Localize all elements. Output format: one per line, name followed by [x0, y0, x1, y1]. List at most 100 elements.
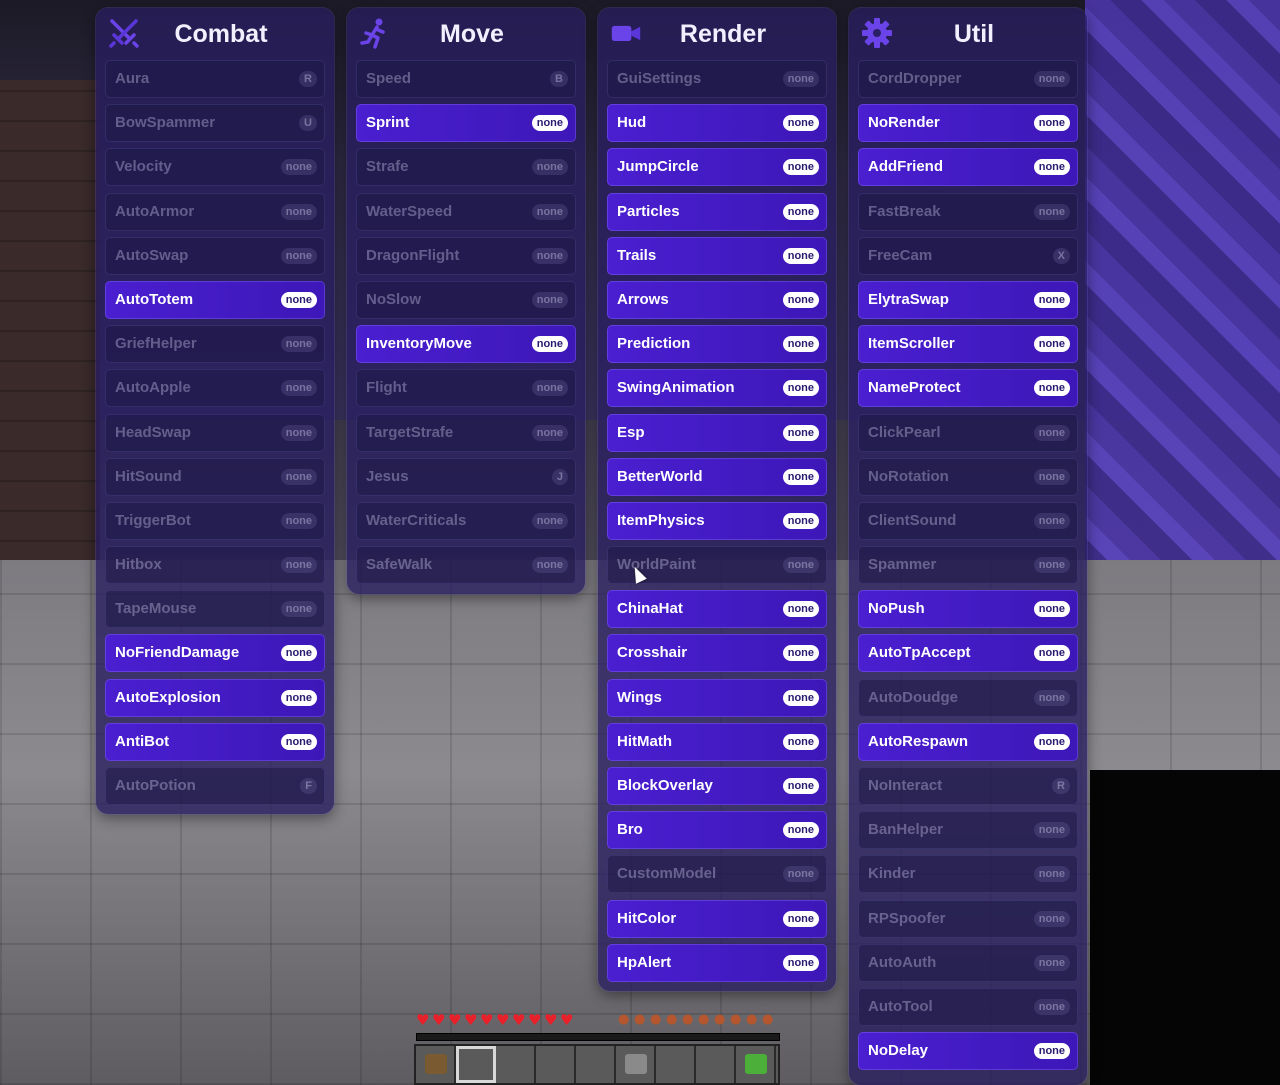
keybind-badge[interactable]: none — [1033, 1043, 1070, 1060]
module-toggle-autoauth[interactable]: AutoAuth none — [858, 943, 1078, 982]
keybind-badge[interactable]: none — [1033, 380, 1070, 397]
keybind-badge[interactable]: none — [280, 203, 317, 220]
panel-header-combat[interactable]: Combat — [96, 8, 334, 60]
hotbar-slot[interactable] — [416, 1046, 456, 1083]
panel-header-util[interactable]: Util — [849, 8, 1087, 60]
hotbar-slot[interactable] — [736, 1046, 776, 1083]
keybind-badge[interactable]: none — [782, 954, 819, 971]
module-toggle-bro[interactable]: Bro none — [607, 811, 827, 850]
keybind-badge[interactable]: none — [782, 689, 819, 706]
keybind-badge[interactable]: none — [1033, 291, 1070, 308]
module-toggle-aura[interactable]: Aura R — [105, 60, 325, 98]
module-toggle-arrows[interactable]: Arrows none — [607, 280, 827, 319]
module-toggle-hud[interactable]: Hud none — [607, 104, 827, 143]
module-toggle-hitcolor[interactable]: HitColor none — [607, 899, 827, 938]
module-toggle-speed[interactable]: Speed B — [356, 60, 576, 98]
module-toggle-wings[interactable]: Wings none — [607, 678, 827, 717]
module-toggle-betterworld[interactable]: BetterWorld none — [607, 457, 827, 496]
module-toggle-swinganimation[interactable]: SwingAnimation none — [607, 369, 827, 408]
module-toggle-itemphysics[interactable]: ItemPhysics none — [607, 501, 827, 540]
module-toggle-norender[interactable]: NoRender none — [858, 104, 1078, 143]
keybind-badge[interactable]: none — [782, 778, 819, 794]
keybind-badge[interactable]: none — [1033, 998, 1070, 1015]
keybind-badge[interactable]: none — [531, 115, 568, 132]
hotbar-slot[interactable] — [656, 1046, 696, 1083]
keybind-badge[interactable]: none — [1033, 557, 1070, 574]
keybind-badge[interactable]: none — [280, 512, 317, 529]
module-toggle-tapemouse[interactable]: TapeMouse none — [105, 590, 325, 629]
module-toggle-sprint[interactable]: Sprint none — [356, 104, 576, 143]
keybind-badge[interactable]: none — [782, 910, 819, 927]
module-toggle-fastbreak[interactable]: FastBreak none — [858, 192, 1078, 231]
module-toggle-autoswap[interactable]: AutoSwap none — [105, 236, 325, 275]
keybind-badge[interactable]: none — [531, 336, 568, 353]
module-toggle-trails[interactable]: Trails none — [607, 236, 827, 275]
module-toggle-flight[interactable]: Flight none — [356, 369, 576, 408]
keybind-badge[interactable]: none — [531, 159, 568, 176]
module-toggle-dragonflight[interactable]: DragonFlight none — [356, 236, 576, 275]
keybind-badge[interactable]: none — [1033, 159, 1070, 176]
module-toggle-jumpcircle[interactable]: JumpCircle none — [607, 148, 827, 187]
keybind-badge[interactable]: none — [782, 645, 819, 662]
module-toggle-hitbox[interactable]: Hitbox none — [105, 546, 325, 585]
module-toggle-spammer[interactable]: Spammer none — [858, 546, 1078, 585]
keybind-badge[interactable]: none — [782, 291, 819, 308]
keybind-badge[interactable]: none — [782, 468, 819, 485]
keybind-badge[interactable]: none — [531, 380, 568, 397]
keybind-badge[interactable]: none — [280, 468, 317, 485]
keybind-badge[interactable]: none — [1033, 115, 1070, 132]
module-toggle-jesus[interactable]: Jesus J — [356, 457, 576, 496]
keybind-badge[interactable]: U — [299, 115, 317, 132]
keybind-badge[interactable]: none — [531, 557, 568, 574]
keybind-badge[interactable]: R — [299, 71, 317, 87]
module-toggle-nopush[interactable]: NoPush none — [858, 590, 1078, 629]
module-toggle-autopotion[interactable]: AutoPotion F — [105, 767, 325, 805]
module-toggle-strafe[interactable]: Strafe none — [356, 148, 576, 187]
keybind-badge[interactable]: none — [782, 380, 819, 397]
keybind-badge[interactable]: none — [782, 203, 819, 220]
keybind-badge[interactable]: none — [531, 424, 568, 441]
keybind-badge[interactable]: none — [531, 291, 568, 308]
module-toggle-autotpaccept[interactable]: AutoTpAccept none — [858, 634, 1078, 673]
keybind-badge[interactable]: none — [280, 336, 317, 353]
module-toggle-inventorymove[interactable]: InventoryMove none — [356, 325, 576, 364]
hotbar-slot[interactable] — [696, 1046, 736, 1083]
keybind-badge[interactable]: none — [782, 733, 819, 750]
keybind-badge[interactable]: none — [1033, 910, 1070, 927]
keybind-badge[interactable]: none — [280, 689, 317, 706]
hotbar-slot[interactable] — [616, 1046, 656, 1083]
keybind-badge[interactable]: B — [550, 71, 568, 87]
module-toggle-nameprotect[interactable]: NameProtect none — [858, 369, 1078, 408]
keybind-badge[interactable]: none — [782, 512, 819, 529]
module-toggle-chinahat[interactable]: ChinaHat none — [607, 590, 827, 629]
keybind-badge[interactable]: none — [782, 336, 819, 353]
hotbar-slot[interactable] — [496, 1046, 536, 1083]
module-toggle-griefhelper[interactable]: GriefHelper none — [105, 325, 325, 364]
keybind-badge[interactable]: none — [1033, 866, 1070, 883]
panel-header-move[interactable]: Move — [347, 8, 585, 60]
module-toggle-autotool[interactable]: AutoTool none — [858, 987, 1078, 1026]
keybind-badge[interactable]: none — [1033, 336, 1070, 353]
keybind-badge[interactable]: none — [1033, 424, 1070, 441]
module-toggle-crosshair[interactable]: Crosshair none — [607, 634, 827, 673]
keybind-badge[interactable]: none — [280, 733, 317, 750]
hotbar-slot[interactable] — [576, 1046, 616, 1083]
keybind-badge[interactable]: none — [280, 380, 317, 397]
keybind-badge[interactable]: none — [782, 601, 819, 618]
keybind-badge[interactable]: none — [280, 557, 317, 574]
keybind-badge[interactable]: none — [1033, 733, 1070, 750]
keybind-badge[interactable]: none — [782, 557, 819, 574]
module-toggle-hpalert[interactable]: HpAlert none — [607, 943, 827, 982]
module-toggle-noslow[interactable]: NoSlow none — [356, 280, 576, 319]
module-toggle-corddropper[interactable]: CordDropper none — [858, 60, 1078, 98]
module-toggle-nointeract[interactable]: NoInteract R — [858, 767, 1078, 805]
keybind-badge[interactable]: none — [531, 512, 568, 529]
module-toggle-autoapple[interactable]: AutoApple none — [105, 369, 325, 408]
module-toggle-nodelay[interactable]: NoDelay none — [858, 1032, 1078, 1071]
module-toggle-autodoudge[interactable]: AutoDoudge none — [858, 678, 1078, 717]
keybind-badge[interactable]: none — [1033, 954, 1070, 971]
module-toggle-waterspeed[interactable]: WaterSpeed none — [356, 192, 576, 231]
keybind-badge[interactable]: none — [1033, 468, 1070, 485]
module-toggle-clickpearl[interactable]: ClickPearl none — [858, 413, 1078, 452]
keybind-badge[interactable]: none — [1033, 822, 1070, 839]
